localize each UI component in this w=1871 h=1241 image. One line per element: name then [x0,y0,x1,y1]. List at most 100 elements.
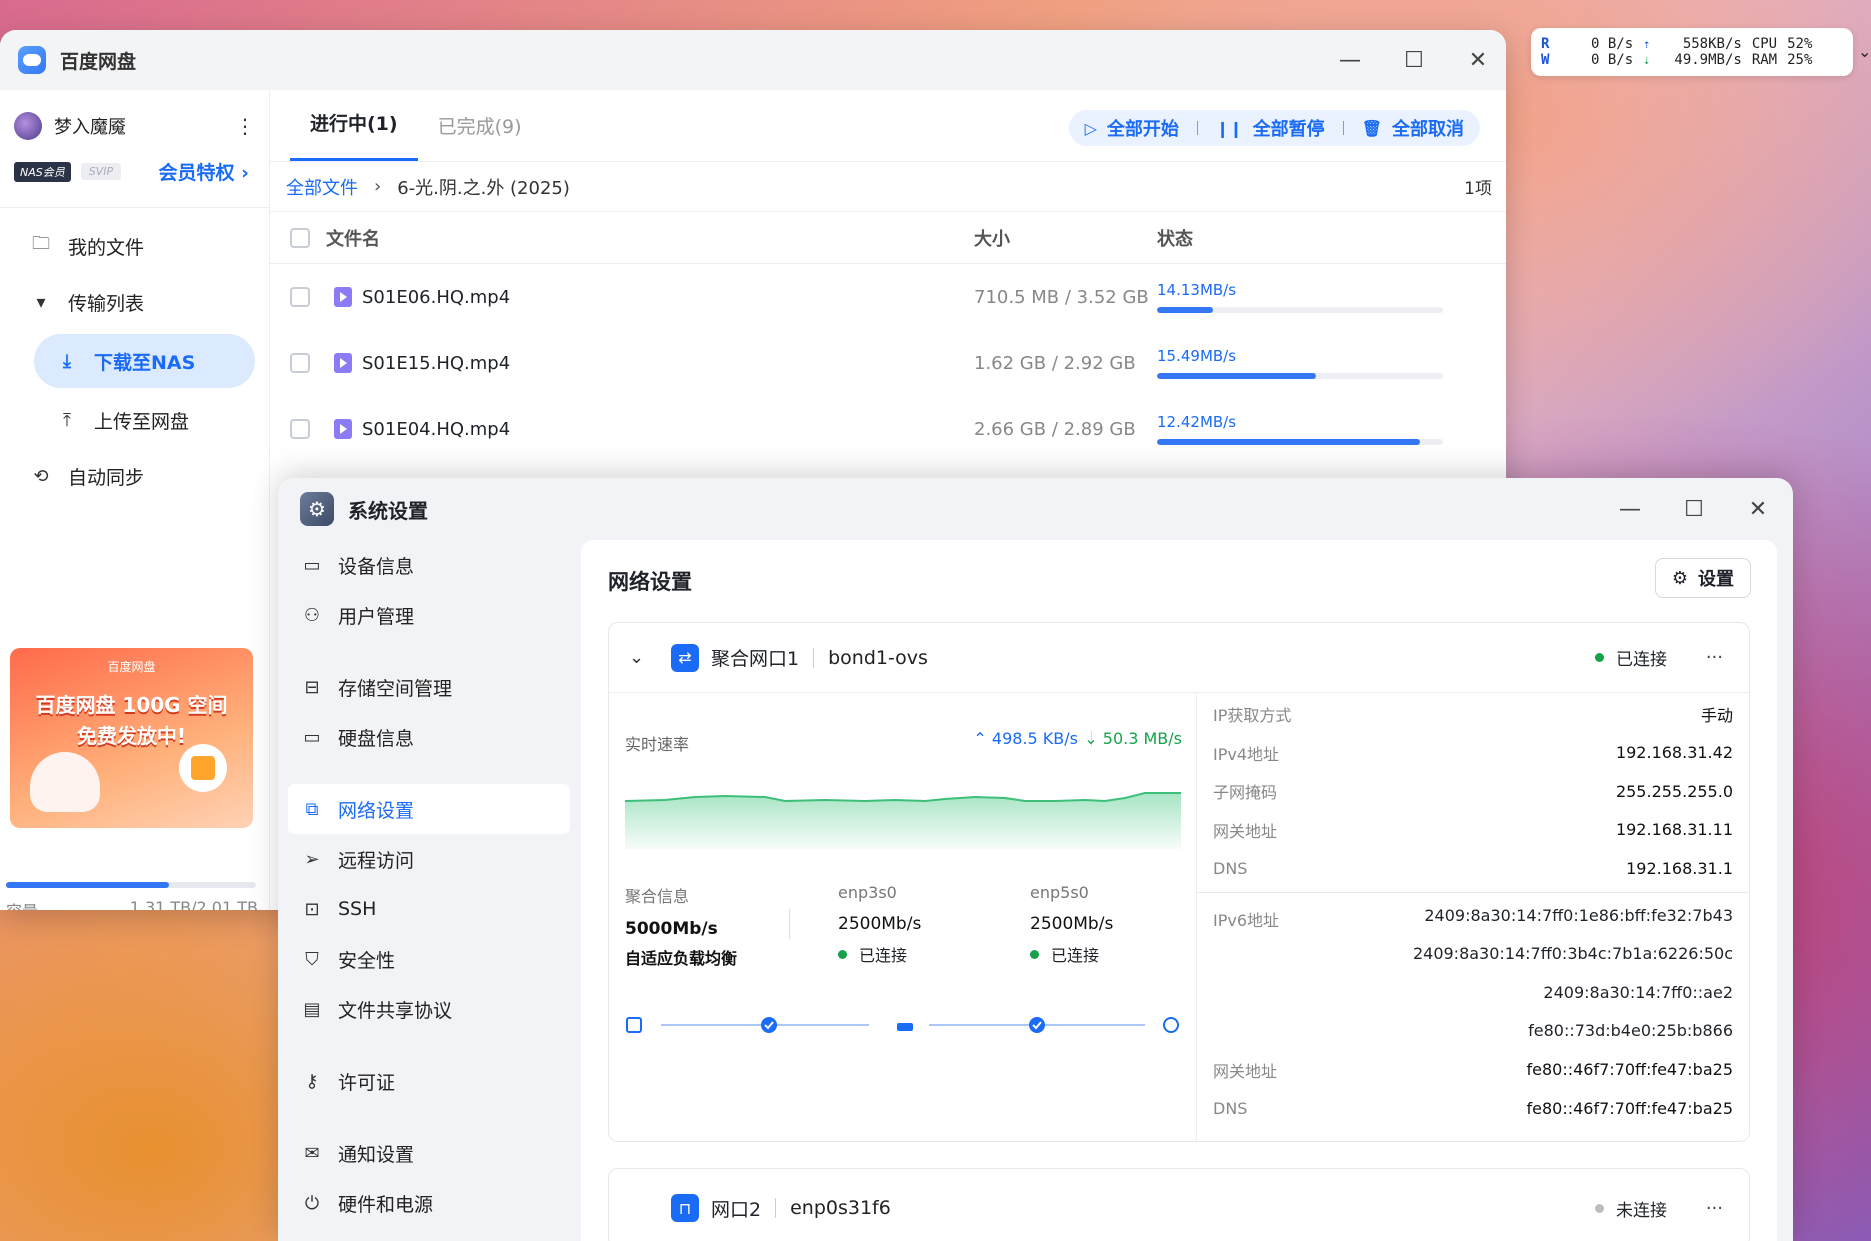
progress-bar [1157,373,1443,379]
breadcrumb-root[interactable]: 全部文件 [286,174,358,200]
sidebar-item-disk-info[interactable]: ▭ 硬盘信息 [288,712,570,762]
page-title: 网络设置 [608,570,692,594]
capacity-bar [6,882,256,888]
aggregation-label: 聚合信息 [625,887,690,906]
maximize-icon[interactable]: ☐ [1662,497,1726,522]
sidebar-item-storage[interactable]: ⊟ 存储空间管理 [288,662,570,712]
close-icon[interactable]: ✕ [1726,497,1790,522]
tab-completed[interactable]: 已完成(9) [418,112,542,161]
interface-card-port2[interactable]: ⊓ 网口2 enp0s31f6 未连接 ··· [608,1168,1750,1241]
gift-box-icon [179,744,227,792]
row-checkbox[interactable] [290,353,310,373]
table-row[interactable]: S01E04.HQ.mp4 2.66 GB / 2.89 GB 12.42MB/… [270,396,1506,462]
interface-name: 聚合网口1 [711,648,800,670]
promo-title: 百度网盘 100G 空间 [35,693,228,717]
sidebar-item-upload[interactable]: ⤒ 上传至网盘 [0,392,269,448]
disk-rates: 0 B/s 0 B/s [1591,36,1633,68]
sidebar-item-security[interactable]: ⛉ 安全性 [288,934,570,984]
aggregation-mode: 自适应负载均衡 [625,949,738,968]
interface-header: ⌄ ⇄ 聚合网口1 bond1-ovs 已连接 ··· [609,623,1749,693]
terminal-icon: ⊡ [304,898,320,920]
pause-all-button[interactable]: ❙❙ 全部暂停 [1216,115,1325,141]
column-name[interactable]: 文件名 [326,225,974,251]
breadcrumb: 全部文件 › 6-光.阴.之.外 (2025) 1项 [270,162,1506,212]
sidebar-item-transfer-list[interactable]: ▾ 传输列表 [0,274,269,330]
router-icon [897,1023,913,1031]
nas-member-badge: NAS会员 [14,161,71,182]
row-checkbox[interactable] [290,419,310,439]
download-arrow-icon: ⇣ [1643,53,1651,67]
sync-icon: ⟲ [33,465,49,487]
ipv6-gateway-row: 网关地址 fe80::46f7:70ff:fe47:ba25 [1197,1051,1749,1090]
dns-value: 192.168.31.1 [1626,858,1733,878]
sidebar-item-label: 文件共享协议 [338,999,453,1022]
settings-button[interactable]: ⚙ 设置 [1654,558,1751,598]
capacity-fill [6,882,169,888]
close-icon[interactable]: ✕ [1446,48,1506,73]
tab-in-progress[interactable]: 进行中(1) [290,109,418,161]
maximize-icon[interactable]: ☐ [1382,48,1446,73]
start-all-button[interactable]: ▷ 全部开始 [1085,115,1179,141]
file-name-cell: S01E06.HQ.mp4 [326,287,974,308]
progress-fill [1157,373,1316,379]
baidu-cloud-logo-icon [18,46,46,74]
sidebar-item-label: 存储空间管理 [338,677,453,700]
window-controls: — ☐ ✕ [1318,30,1506,90]
sidebar-item-label: SSH [338,898,377,920]
sidebar-item-my-files[interactable]: 🗀 我的文件 [0,218,269,274]
sidebar-item-label: 通知设置 [338,1143,415,1166]
more-menu-icon[interactable]: ⋮ [235,114,255,138]
more-options-icon[interactable]: ··· [1706,1198,1723,1219]
sidebar-item-ssh[interactable]: ⊡ SSH [288,884,570,934]
sidebar-item-device-info[interactable]: ▭ 设备信息 [288,540,570,590]
subnet-value: 255.255.255.0 [1615,781,1733,801]
ipv6-addresses: IPv6地址 2409:8a30:14:7ff0:1e86:bff:fe32:7… [1197,897,1749,1051]
sidebar-item-user-management[interactable]: ⚇ 用户管理 [288,590,570,640]
sidebar-item-network[interactable]: ⧉ 网络设置 [288,784,570,834]
sidebar-item-label: 硬盘信息 [338,727,415,750]
net-arrows: ⇡ ⇣ [1643,36,1650,68]
file-status: 15.49MB/s [1157,347,1443,379]
document-icon: ▤ [303,998,321,1020]
transfer-speed: 14.13MB/s [1157,281,1237,299]
ip-method-row: IP获取方式 手动 [1197,695,1749,734]
sidebar-item-remote-access[interactable]: ➢ 远程访问 [288,834,570,884]
sidebar-item-hardware-power[interactable]: ⏻ 硬件和电源 [288,1178,570,1228]
file-name-cell: S01E04.HQ.mp4 [326,419,974,440]
gateway-value: 192.168.31.11 [1615,820,1733,840]
row-checkbox[interactable] [290,287,310,307]
vip-privileges-link[interactable]: 会员特权 › [159,158,249,185]
sidebar-item-notifications[interactable]: ✉ 通知设置 [288,1128,570,1178]
interface-card-bond1: ⌄ ⇄ 聚合网口1 bond1-ovs 已连接 ··· 实时速率 ⌃ 498.5… [608,622,1750,1142]
aggregation-info: 聚合信息 5000Mb/s 自适应负载均衡 enp3s0 2500Mb/s 已连… [625,883,1181,969]
sidebar-item-license[interactable]: ⚷ 许可证 [288,1056,570,1106]
divider [813,647,815,668]
avatar[interactable] [14,112,42,140]
table-row[interactable]: S01E15.HQ.mp4 1.62 GB / 2.92 GB 15.49MB/… [270,330,1506,396]
cancel-all-button[interactable]: 🗑 全部取消 [1362,115,1464,141]
sidebar-item-download-nas[interactable]: ⤓ 下载至NAS [34,334,255,388]
sidebar-item-label: 安全性 [338,949,396,972]
chevron-down-icon[interactable]: ⌄ [629,647,649,668]
ipv6-value: 2409:8a30:14:7ff0:3b4c:7b1a:6226:50c [1412,944,1733,963]
chevron-down-icon[interactable]: ⌄ [1858,42,1871,61]
table-row[interactable]: S01E06.HQ.mp4 710.5 MB / 3.52 GB 14.13MB… [270,264,1506,330]
start-all-label: 全部开始 [1106,119,1179,140]
sidebar-item-auto-sync[interactable]: ⟲ 自动同步 [0,448,269,504]
minimize-icon[interactable]: — [1598,497,1662,522]
promo-banner[interactable]: 百度网盘 百度网盘 100G 空间 免费发放中! [10,648,253,828]
user-panel: 梦入魔魇 ⋮ NAS会员 SVIP 会员特权 › [0,90,269,185]
upload-icon: ⤒ [63,409,71,431]
gateway-label: 网关地址 [1213,821,1278,841]
minimize-icon[interactable]: — [1318,48,1382,73]
more-options-icon[interactable]: ··· [1706,647,1723,668]
interface-name: 网口2 [711,1198,762,1221]
device-icon: ▭ [303,554,321,576]
select-all-checkbox[interactable] [290,227,310,248]
capacity-row: 容量 1.31 TB/2.01 TB [6,898,258,910]
sidebar-item-file-sharing[interactable]: ▤ 文件共享协议 [288,984,570,1034]
divider [789,909,790,939]
read-rate: 0 B/s [1591,36,1634,52]
